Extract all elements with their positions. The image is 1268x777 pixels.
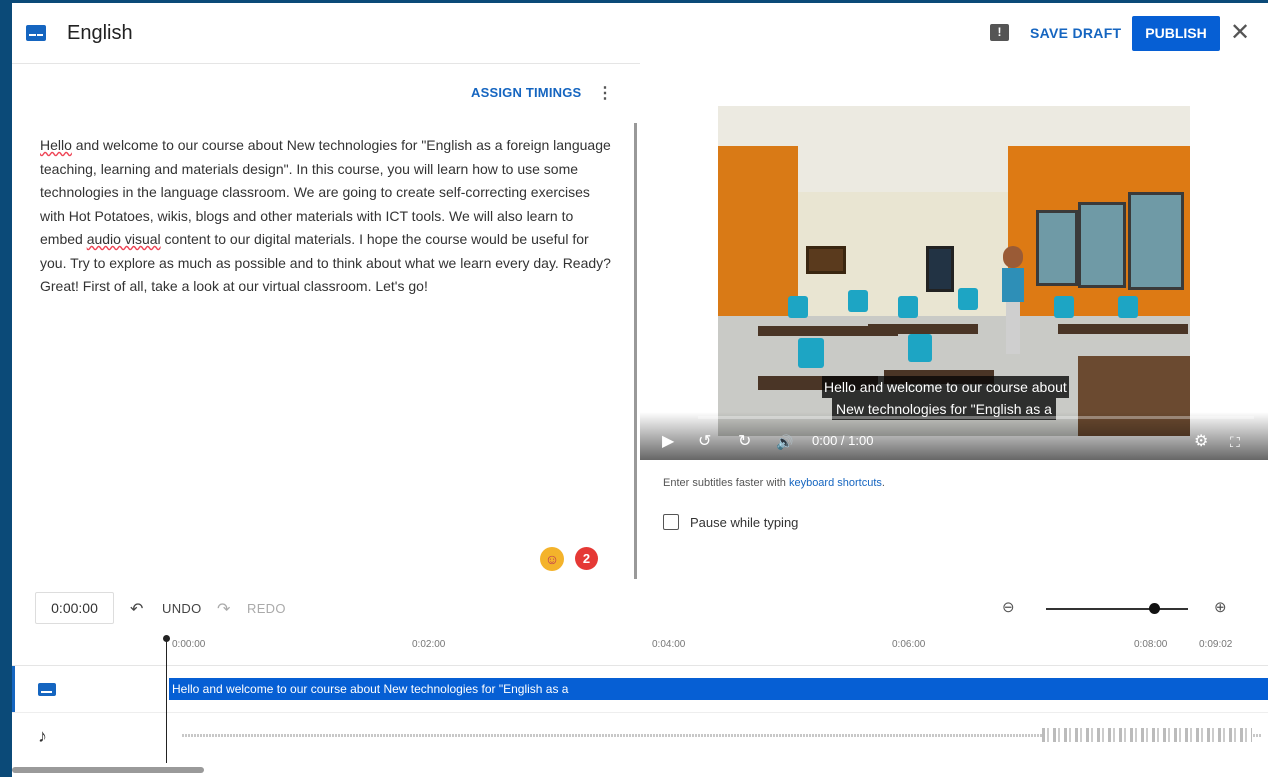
shortcut-hint: Enter subtitles faster with keyboard sho… — [663, 477, 885, 489]
playhead[interactable] — [166, 637, 167, 763]
audio-waveform-peaks — [1042, 728, 1252, 742]
pause-while-typing-label: Pause while typing — [690, 515, 799, 530]
subtitle-editor-dialog: English ! SAVE DRAFT PUBLISH ✕ ASSIGN TI… — [12, 3, 1268, 777]
misspelled-word: Hello — [40, 137, 72, 153]
settings-icon[interactable]: ⚙ — [1194, 431, 1208, 453]
zoom-slider-handle[interactable] — [1149, 603, 1160, 614]
zoom-in-icon[interactable]: ⊕ — [1214, 598, 1227, 616]
fullscreen-icon[interactable]: ⛶ — [1230, 431, 1240, 453]
ruler-tick: 0:00:00 — [172, 639, 206, 650]
dialog-header: English ! SAVE DRAFT PUBLISH ✕ — [12, 3, 1268, 64]
track-selected-indicator — [12, 666, 15, 712]
misspelled-word: audio visual — [86, 231, 161, 247]
undo-button[interactable]: UNDO — [162, 601, 201, 616]
video-player[interactable]: Hello and welcome to our course about Ne… — [640, 62, 1268, 460]
dialog-title: English — [67, 22, 133, 44]
pause-while-typing-checkbox[interactable] — [663, 514, 679, 530]
zoom-slider[interactable] — [1046, 608, 1188, 610]
publish-button[interactable]: PUBLISH — [1132, 16, 1220, 51]
caption-line-1: Hello and welcome to our course about — [822, 376, 1069, 398]
playhead-handle[interactable] — [163, 635, 170, 642]
time-display: 0:00 / 1:00 — [812, 433, 874, 448]
redo-icon[interactable]: ↷ — [217, 599, 230, 619]
close-icon[interactable]: ✕ — [1230, 19, 1250, 47]
grammar-assistant-icon[interactable]: ☺ — [540, 547, 564, 571]
subtitles-track-icon — [38, 683, 56, 696]
keyboard-shortcuts-link[interactable]: keyboard shortcuts — [789, 477, 882, 489]
forward-icon[interactable]: ↻ — [738, 431, 751, 453]
play-icon[interactable]: ▶ — [662, 431, 674, 453]
progress-bar[interactable] — [698, 416, 1254, 419]
ruler-tick: 0:04:00 — [652, 639, 686, 650]
subtitles-icon — [26, 25, 46, 41]
rewind-icon[interactable]: ↺ — [698, 431, 711, 453]
teacher-character — [1000, 246, 1026, 354]
player-controls — [640, 412, 1268, 460]
timeline-scrollbar[interactable] — [12, 767, 204, 773]
transcript-textarea[interactable]: Hello and welcome to our course about Ne… — [40, 134, 615, 299]
volume-icon[interactable]: 🔊 — [776, 431, 793, 453]
assign-timings-button[interactable]: ASSIGN TIMINGS — [471, 85, 581, 100]
ruler-tick: 0:02:00 — [412, 639, 446, 650]
more-options-icon[interactable]: ⋮ — [597, 83, 613, 103]
feedback-icon[interactable]: ! — [990, 24, 1009, 41]
ruler-tick: 0:08:00 — [1134, 639, 1168, 650]
subtitle-segment[interactable]: Hello and welcome to our course about Ne… — [169, 678, 1268, 700]
save-draft-button[interactable]: SAVE DRAFT — [1030, 25, 1121, 41]
music-note-icon: ♪ — [38, 726, 47, 746]
undo-icon[interactable]: ↶ — [130, 599, 143, 619]
panel-resize-handle[interactable] — [634, 123, 637, 579]
issue-count-badge[interactable]: 2 — [575, 547, 598, 570]
timecode-input[interactable]: 0:00:00 — [35, 592, 114, 624]
ruler-tick: 0:06:00 — [892, 639, 926, 650]
ruler-tick: 0:09:02 — [1199, 639, 1233, 650]
zoom-out-icon[interactable]: ⊖ — [1002, 598, 1015, 616]
redo-button[interactable]: REDO — [247, 601, 286, 616]
